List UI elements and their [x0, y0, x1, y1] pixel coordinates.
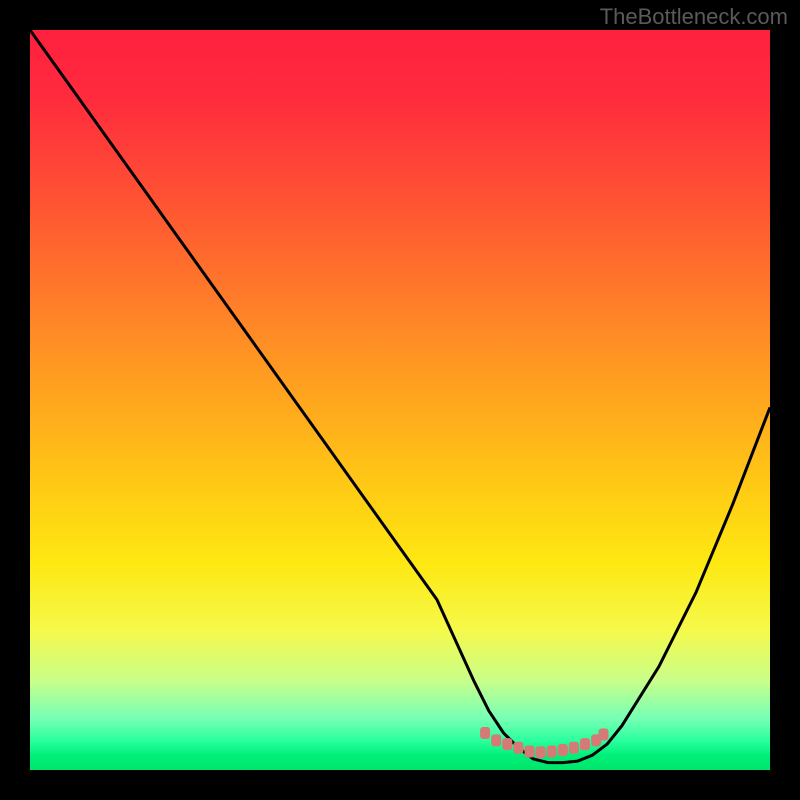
optimal-marker [558, 744, 568, 756]
optimal-marker [580, 738, 590, 750]
chart-plot-area [30, 30, 770, 770]
optimal-markers-group [480, 727, 608, 758]
optimal-marker [569, 742, 579, 754]
optimal-marker [480, 727, 490, 739]
optimal-marker [599, 729, 609, 741]
optimal-marker [491, 734, 501, 746]
optimal-marker [513, 742, 523, 754]
optimal-marker [547, 746, 557, 758]
chart-svg [30, 30, 770, 770]
optimal-marker [536, 746, 546, 758]
optimal-marker [502, 738, 512, 750]
optimal-marker [525, 746, 535, 758]
watermark-text: TheBottleneck.com [600, 4, 788, 30]
bottleneck-curve-line [30, 30, 770, 763]
